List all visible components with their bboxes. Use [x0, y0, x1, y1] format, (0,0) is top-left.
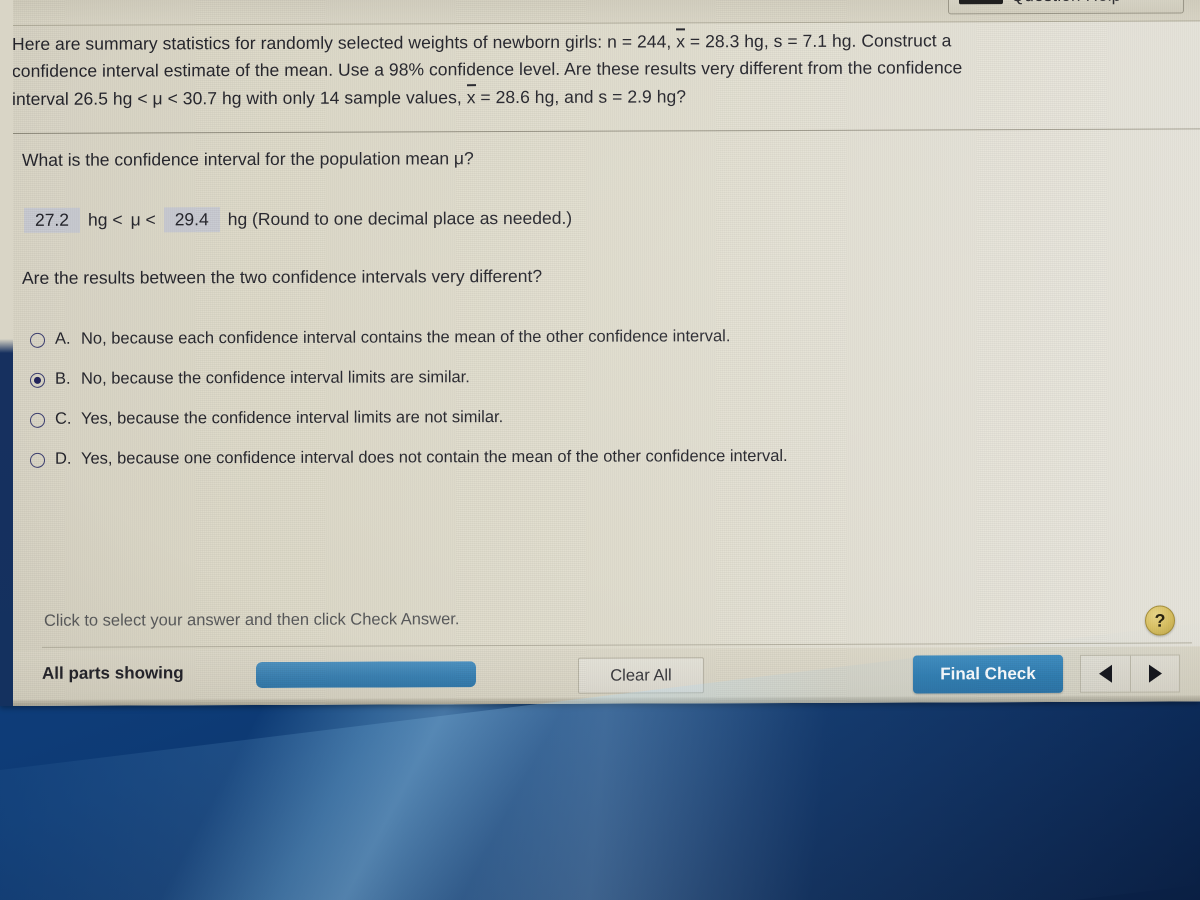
lower-unit-label: hg <	[88, 209, 123, 230]
next-part-button[interactable]	[1130, 655, 1179, 692]
video-icon	[959, 0, 1003, 4]
left-desktop-sliver	[0, 0, 13, 706]
option-letter-d: D.	[55, 449, 72, 468]
question-help-label: Question Help	[1011, 0, 1121, 6]
x-bar-symbol: x	[676, 27, 685, 55]
statistics-homework-window: Question Help Here are summary statistic…	[0, 0, 1200, 706]
navigation-button-group	[1080, 654, 1180, 693]
part1-prompt: What is the confidence interval for the …	[22, 148, 474, 170]
radio-button-a[interactable]	[30, 332, 45, 348]
statement-divider	[12, 128, 1200, 134]
radio-button-c[interactable]	[30, 412, 45, 428]
problem-line-1-part-3: = 28.3 hg, s = 7.1 hg. Construct a	[685, 30, 952, 52]
option-text-c: Yes, because the confidence interval lim…	[81, 408, 504, 428]
part2-prompt: Are the results between the two confiden…	[22, 265, 543, 288]
window-top-strip: Question Help	[0, 0, 1200, 27]
option-letter-a: A.	[55, 329, 71, 348]
problem-line-1: Here are summary statistics for randomly…	[12, 25, 1200, 58]
option-row-b[interactable]: B. No, because the confidence interval l…	[30, 366, 1130, 410]
x-bar-symbol-2: x	[467, 83, 476, 111]
problem-statement: Here are summary statistics for randomly…	[12, 25, 1200, 113]
option-row-c[interactable]: C. Yes, because the confidence interval …	[30, 406, 1130, 450]
mu-label: μ <	[130, 209, 156, 230]
upper-unit-label: hg (Round to one decimal place as needed…	[227, 207, 573, 230]
desktop-wallpaper: Question Help Here are summary statistic…	[0, 0, 1200, 900]
option-text-d: Yes, because one confidence interval doe…	[81, 446, 788, 468]
clear-all-button[interactable]: Clear All	[578, 657, 704, 694]
progress-bar	[256, 661, 476, 689]
option-letter-b: B.	[55, 369, 71, 388]
radio-button-b[interactable]	[30, 372, 45, 388]
option-text-b: No, because the confidence interval limi…	[81, 368, 470, 388]
final-check-button[interactable]: Final Check	[913, 654, 1063, 694]
radio-button-d[interactable]	[30, 452, 45, 468]
problem-line-1-part-1: Here are summary statistics for randomly…	[12, 31, 677, 54]
part1-answer-row: 27.2 hg < μ < 29.4 hg (Round to one deci…	[24, 206, 572, 233]
all-parts-showing-label: All parts showing	[42, 663, 184, 683]
option-text-a: No, because each confidence interval con…	[81, 327, 731, 348]
help-question-mark-icon[interactable]: ?	[1145, 605, 1175, 636]
triangle-right-icon	[1148, 664, 1162, 683]
previous-part-button[interactable]	[1081, 656, 1130, 692]
upper-bound-input[interactable]: 29.4	[163, 207, 220, 233]
problem-line-3-part-3: = 28.6 hg, and s = 2.9 hg?	[475, 86, 687, 108]
progress-bar-fill	[256, 661, 476, 689]
lower-bound-input[interactable]: 27.2	[24, 207, 80, 233]
footer-hint-text: Click to select your answer and then cli…	[44, 610, 460, 630]
part2-options-list: A. No, because each confidence interval …	[30, 326, 1130, 490]
problem-line-3: interval 26.5 hg < μ < 30.7 hg with only…	[12, 80, 1200, 113]
option-letter-c: C.	[55, 409, 72, 428]
question-help-button[interactable]: Question Help	[948, 0, 1184, 15]
option-row-a[interactable]: A. No, because each confidence interval …	[30, 326, 1130, 370]
triangle-left-icon	[1099, 664, 1112, 683]
problem-line-3-part-1: interval 26.5 hg < μ < 30.7 hg with only…	[12, 87, 467, 109]
option-row-d[interactable]: D. Yes, because one confidence interval …	[30, 446, 1130, 490]
